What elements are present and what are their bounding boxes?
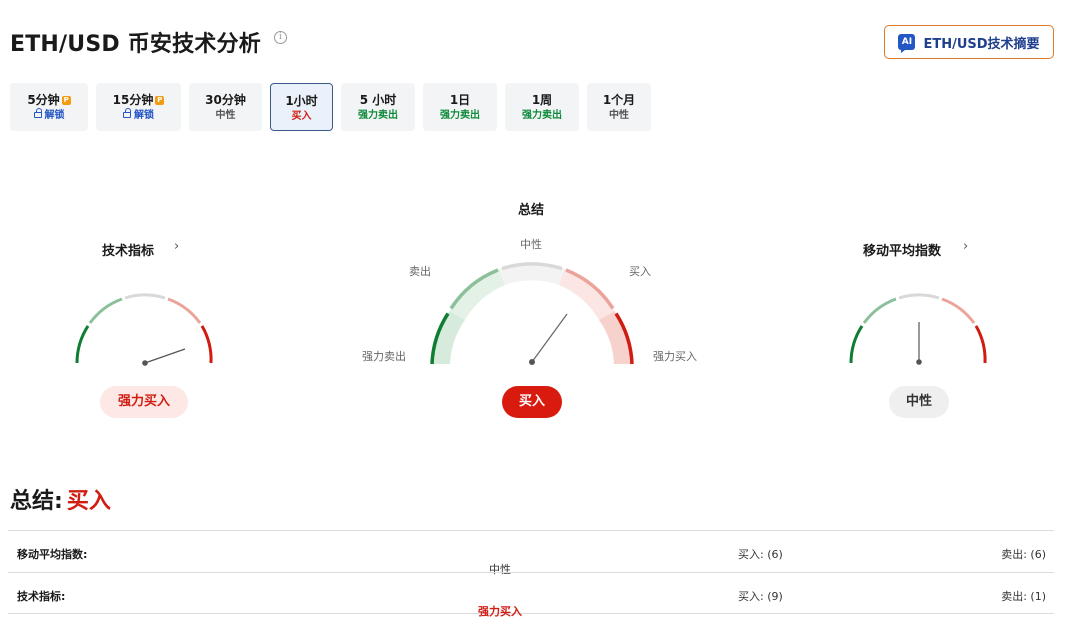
tab-30min[interactable]: 30分钟 中性 <box>189 83 262 131</box>
tab-label: 1日 <box>449 93 471 107</box>
gauge-segment-strong-sell <box>75 325 90 364</box>
summary-table: 移动平均指数: 中性 买入: (6) 卖出: (6) 技术指标: 强力买入 买入… <box>8 530 1054 618</box>
lock-icon <box>123 108 131 118</box>
moving-averages-gauge <box>849 293 987 365</box>
row-name: 移动平均指数: <box>17 548 88 561</box>
tab-15min[interactable]: 15分钟 P 解锁 <box>96 83 181 131</box>
summary-value: 买入 <box>66 489 111 514</box>
gauge-segment-strong-sell <box>849 325 864 364</box>
row-sell-count: 卖出: (6) <box>1001 548 1046 561</box>
summary-heading: 总结: 买入 <box>10 483 111 515</box>
tab-label: 1周 <box>531 93 553 107</box>
tab-status: 强力卖出 <box>440 110 480 121</box>
tab-5hour[interactable]: 5 小时 强力卖出 <box>341 83 415 131</box>
page-title: ETH/USD 币安技术分析 <box>10 32 261 57</box>
chevron-right-icon[interactable]: › <box>963 239 968 254</box>
row-sell-count: 卖出: (1) <box>1001 590 1046 603</box>
row-buy-count: 买入: (6) <box>738 548 783 561</box>
tab-1month[interactable]: 1个月 中性 <box>587 83 651 131</box>
tab-status: 中性 <box>609 110 629 121</box>
tab-status: 中性 <box>215 110 236 121</box>
gauge-needle <box>144 348 186 364</box>
technical-indicators-title[interactable]: 技术指标 <box>102 240 154 259</box>
gauge-segment-strong-buy <box>200 325 213 364</box>
gauge-needle-pivot <box>916 359 922 365</box>
summary-gauge-title: 总结 <box>518 203 545 218</box>
tab-status: 强力卖出 <box>522 110 562 121</box>
tab-label: 30分钟 <box>205 93 246 107</box>
tab-label: 1个月 <box>602 93 636 107</box>
summary-result-badge: 买入 <box>502 386 562 418</box>
gauge-label-strong-sell: 强力卖出 <box>362 350 406 363</box>
gauge-needle <box>531 313 568 363</box>
tab-5min[interactable]: 5分钟 P 解锁 <box>10 83 88 131</box>
chevron-right-icon[interactable]: › <box>174 239 179 254</box>
tab-label: 5 小时 <box>359 93 397 107</box>
tab-status: 解锁 <box>44 110 65 121</box>
ai-summary-label: ETH/USD技术摘要 <box>923 36 1040 52</box>
gauge-needle-pivot <box>529 359 535 365</box>
gauge-segment-neutral <box>898 293 940 300</box>
gauge-segment-neutral <box>124 293 166 300</box>
summary-label: 总结: <box>10 489 63 514</box>
moving-averages-result-badge: 中性 <box>889 386 949 418</box>
pro-icon: P <box>155 96 165 105</box>
gauge-needle-pivot <box>142 360 148 366</box>
gauge-label-strong-buy: 强力买入 <box>653 350 697 363</box>
tab-1hour[interactable]: 1小时 买入 <box>270 83 333 131</box>
pro-icon: P <box>61 96 71 105</box>
row-name: 技术指标: <box>17 590 66 603</box>
tab-status: 强力卖出 <box>358 110 398 121</box>
tab-status: 买入 <box>291 111 312 122</box>
gauge-segment-sell <box>862 297 897 324</box>
gauge-segment-sell <box>88 297 123 324</box>
gauge-segment-buy <box>941 297 976 324</box>
tab-status: 解锁 <box>134 110 154 121</box>
technical-gauge <box>75 293 213 366</box>
lock-icon <box>33 108 42 118</box>
tab-label: 1小时 <box>285 94 318 108</box>
row-buy-count: 买入: (9) <box>738 590 783 603</box>
table-row: 移动平均指数: 中性 买入: (6) 卖出: (6) <box>8 530 1054 576</box>
summary-gauge <box>430 262 634 365</box>
info-icon[interactable]: i <box>274 31 287 44</box>
gauge-segment-strong-buy <box>974 325 987 364</box>
ai-chat-icon: AI <box>898 34 916 53</box>
tab-label: 5分钟 <box>27 93 60 107</box>
table-row: 技术指标: 强力买入 买入: (9) 卖出: (1) <box>8 572 1054 618</box>
tab-1week[interactable]: 1周 强力卖出 <box>505 83 579 131</box>
ai-summary-button[interactable]: AI ETH/USD技术摘要 <box>884 25 1054 59</box>
tab-1day[interactable]: 1日 强力卖出 <box>423 83 497 131</box>
gauge-segment-buy <box>167 297 202 324</box>
tab-label: 15分钟 <box>112 93 154 107</box>
gauge-label-neutral: 中性 <box>520 238 542 251</box>
technical-result-badge: 强力买入 <box>100 386 188 418</box>
moving-averages-title[interactable]: 移动平均指数 <box>863 240 941 259</box>
